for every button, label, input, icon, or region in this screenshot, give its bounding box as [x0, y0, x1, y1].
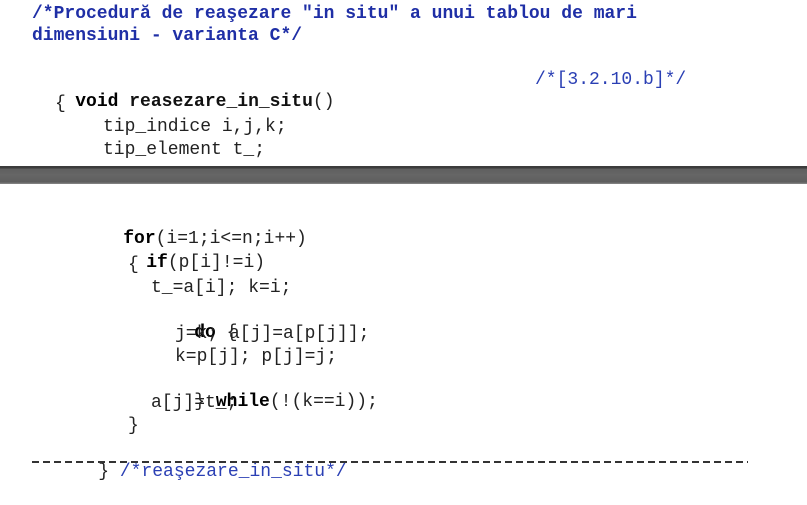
while-condition: (!(k==i));	[269, 392, 378, 412]
header-comment-line1: /*Procedură de reaşezare "in situ" a unu…	[32, 4, 637, 24]
dashed-divider	[32, 461, 748, 463]
function-end: } /*reaşezare_in_situ*/	[55, 439, 347, 505]
header-comment-line2: dimensiuni - varianta C*/	[32, 26, 303, 46]
code-panel-top: /*Procedură de reaşezare "in situ" a unu…	[0, 0, 807, 166]
page-separator-bar	[0, 166, 807, 184]
end-comment: /*reaşezare_in_situ*/	[119, 462, 347, 482]
function-close-brace: }	[98, 462, 110, 482]
assign-statement: t_=a[i]; k=i;	[151, 278, 292, 298]
if-keyword: if	[146, 253, 168, 273]
void-keyword: void	[75, 92, 119, 112]
final-assign-statement: a[j]=t_;	[151, 393, 238, 413]
if-close-brace: }	[128, 416, 139, 436]
if-condition: (p[i]!=i)	[167, 253, 266, 273]
declaration-element: tip_element t_;	[103, 140, 266, 160]
if-open-brace: {	[128, 255, 139, 275]
function-name: reasezare_in_situ	[129, 92, 313, 112]
code-panel-bottom: for(i=1;i<=n;i++) if(p[i]!=i) { t_=a[i];…	[0, 184, 807, 485]
loop-body-line2: k=p[j]; p[j]=j;	[175, 347, 338, 367]
declaration-indices: tip_indice i,j,k;	[103, 117, 287, 137]
function-parens: ()	[312, 92, 335, 112]
loop-body-line1: j=k; a[j]=a[p[j]];	[175, 324, 370, 344]
reference-comment: /*[3.2.10.b]*/	[535, 70, 687, 90]
open-brace: {	[55, 94, 66, 114]
